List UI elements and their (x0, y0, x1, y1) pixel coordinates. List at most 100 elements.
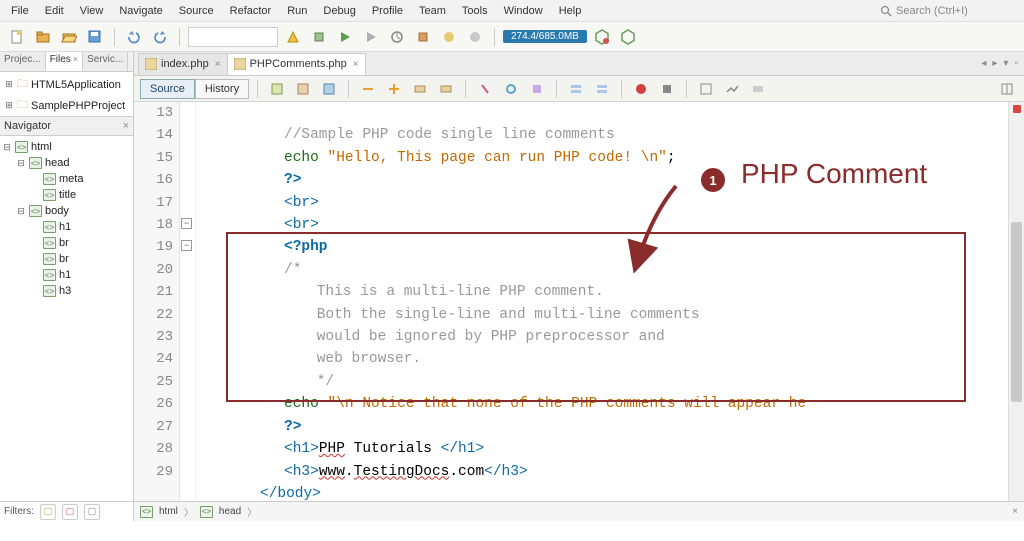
record-macro-button[interactable] (630, 78, 652, 100)
menu-navigate[interactable]: Navigate (112, 3, 169, 19)
split-editor-button[interactable] (996, 78, 1018, 100)
open-button[interactable] (58, 26, 80, 48)
toolbar-btn-extra1[interactable] (438, 26, 460, 48)
filter-button[interactable]: ▢ (40, 504, 56, 520)
menu-debug[interactable]: Debug (316, 3, 362, 19)
redo-button[interactable] (149, 26, 171, 48)
breadcrumb-item[interactable]: head (219, 506, 241, 517)
editor-tool-button[interactable] (435, 78, 457, 100)
save-all-button[interactable] (84, 26, 106, 48)
close-icon[interactable]: × (353, 59, 359, 70)
nav-node-meta[interactable]: <>meta (2, 171, 131, 187)
close-icon[interactable]: × (73, 54, 78, 64)
menu-view[interactable]: View (73, 3, 111, 19)
attach-debugger-button[interactable] (412, 26, 434, 48)
vertical-scrollbar[interactable] (1008, 102, 1024, 501)
editor-tool-button[interactable] (591, 78, 613, 100)
nav-node-br[interactable]: <>br (2, 235, 131, 251)
new-project-button[interactable] (32, 26, 54, 48)
expand-icon[interactable]: ⊞ (4, 100, 14, 111)
project-panel-tabs: Projec... Files× Servic... (0, 52, 133, 72)
fold-toggle-icon[interactable]: − (181, 240, 192, 251)
editor-tab-phpcomments[interactable]: PHPComments.php × (227, 53, 366, 75)
source-view-button[interactable]: Source (140, 79, 195, 99)
nav-node-h1[interactable]: <>h1 (2, 267, 131, 283)
tab-scroll-left-icon[interactable]: ◂ (981, 58, 986, 69)
debug-button[interactable] (360, 26, 382, 48)
close-icon[interactable]: × (123, 120, 129, 132)
tab-files[interactable]: Files× (46, 52, 83, 71)
profile-button[interactable] (386, 26, 408, 48)
maximize-icon[interactable]: ▫ (1014, 58, 1018, 69)
menu-source[interactable]: Source (172, 3, 221, 19)
nav-node-head[interactable]: ⊟<>head (2, 155, 131, 171)
toolbar-hex-icon-1[interactable] (591, 26, 613, 48)
menu-file[interactable]: File (4, 3, 36, 19)
editor-tool-button[interactable] (474, 78, 496, 100)
filter-button[interactable]: ▢ (84, 504, 100, 520)
nav-node-h3[interactable]: <>h3 (2, 283, 131, 299)
stop-macro-button[interactable] (656, 78, 678, 100)
global-search[interactable]: Search (Ctrl+I) (880, 5, 1020, 17)
filter-button[interactable]: ▢ (62, 504, 78, 520)
files-tree: ⊞ 🗀 HTML5Application ⊞ 🗀 SamplePHPProjec… (0, 72, 133, 116)
expand-icon[interactable]: ⊞ (4, 79, 14, 90)
breadcrumb-item[interactable]: html (159, 506, 178, 517)
editor-tool-button[interactable] (565, 78, 587, 100)
scrollbar-thumb[interactable] (1011, 222, 1022, 402)
search-icon (880, 5, 892, 17)
code-area[interactable]: //Sample PHP code single line comments e… (196, 102, 1008, 501)
editor-tool-button[interactable] (318, 78, 340, 100)
menu-tools[interactable]: Tools (455, 3, 495, 19)
menu-window[interactable]: Window (497, 3, 550, 19)
clean-build-button[interactable] (308, 26, 330, 48)
folder-icon: 🗀 (17, 75, 28, 94)
menu-profile[interactable]: Profile (365, 3, 410, 19)
filters-label: Filters: (4, 506, 34, 517)
menu-bar: File Edit View Navigate Source Refactor … (0, 0, 1024, 22)
nav-node-body[interactable]: ⊟<>body (2, 203, 131, 219)
tab-projects[interactable]: Projec... (0, 52, 46, 71)
tag-icon: <> (43, 237, 56, 249)
editor-tool-button[interactable] (500, 78, 522, 100)
toolbar-hex-icon-2[interactable] (617, 26, 639, 48)
menu-run[interactable]: Run (280, 3, 314, 19)
editor-tool-button[interactable] (721, 78, 743, 100)
line-number-gutter: 13 14 15 16 17 18 19 20 21 22 23 24 25 2… (134, 102, 180, 501)
tag-icon: <> (29, 157, 42, 169)
history-view-button[interactable]: History (195, 79, 249, 99)
run-button[interactable] (334, 26, 356, 48)
menu-refactor[interactable]: Refactor (223, 3, 279, 19)
new-file-button[interactable] (6, 26, 28, 48)
navigator-tree: ⊟<>html ⊟<>head <>meta <>title ⊟<>body <… (0, 136, 133, 501)
build-button[interactable] (282, 26, 304, 48)
menu-help[interactable]: Help (552, 3, 589, 19)
editor-tool-button[interactable] (526, 78, 548, 100)
editor-tool-button[interactable] (266, 78, 288, 100)
nav-node-h1[interactable]: <>h1 (2, 219, 131, 235)
memory-indicator[interactable]: 274.4/685.0MB (503, 30, 587, 43)
fold-toggle-icon[interactable]: − (181, 218, 192, 229)
editor-tool-button[interactable] (747, 78, 769, 100)
editor-tool-button[interactable] (292, 78, 314, 100)
tab-services[interactable]: Servic... (83, 52, 128, 71)
nav-node-html[interactable]: ⊟<>html (2, 139, 131, 155)
config-dropdown[interactable] (188, 27, 278, 47)
editor-tool-button[interactable] (357, 78, 379, 100)
project-item[interactable]: ⊞ 🗀 SamplePHPProject (2, 95, 131, 116)
close-icon[interactable]: × (1012, 506, 1018, 517)
tab-scroll-right-icon[interactable]: ▸ (992, 58, 997, 69)
nav-node-title[interactable]: <>title (2, 187, 131, 203)
close-icon[interactable]: × (215, 59, 221, 70)
editor-tool-button[interactable] (383, 78, 405, 100)
nav-node-br[interactable]: <>br (2, 251, 131, 267)
project-item[interactable]: ⊞ 🗀 HTML5Application (2, 74, 131, 95)
editor-tab-index[interactable]: index.php × (138, 53, 228, 75)
editor-tool-button[interactable] (409, 78, 431, 100)
toolbar-btn-extra2[interactable] (464, 26, 486, 48)
tab-list-icon[interactable]: ▾ (1003, 58, 1008, 69)
menu-edit[interactable]: Edit (38, 3, 71, 19)
menu-team[interactable]: Team (412, 3, 453, 19)
editor-tool-button[interactable] (695, 78, 717, 100)
undo-button[interactable] (123, 26, 145, 48)
